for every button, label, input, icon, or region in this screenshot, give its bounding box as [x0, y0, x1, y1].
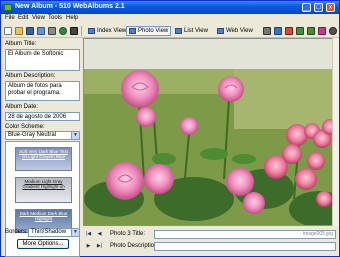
photo-title-label: Photo 3 Title:	[110, 231, 146, 237]
chevron-down-icon: ▼	[71, 132, 79, 139]
album-properties-panel: Album Title: El Album de Softonic Album …	[3, 38, 80, 257]
maximize-button[interactable]: □	[314, 3, 323, 12]
first-photo-icon[interactable]: |◀	[84, 230, 93, 238]
new-icon[interactable]	[4, 27, 12, 35]
borders-value: Thin/Shadow	[31, 229, 67, 235]
window-title: New Album - 510 WebAlbums 2.1	[15, 3, 125, 10]
app-window: New Album - 510 WebAlbums 2.1 _ □ x File…	[0, 0, 340, 257]
print-icon[interactable]	[263, 27, 271, 35]
open-icon[interactable]	[15, 27, 23, 35]
title-bar: New Album - 510 WebAlbums 2.1 _ □ x	[1, 1, 339, 14]
index-view-button[interactable]: Index View	[85, 26, 129, 36]
toolbar: Index View Photo View List View Web View	[1, 24, 339, 38]
last-photo-icon[interactable]: ▶|	[95, 242, 104, 250]
album-date-label: Album Date:	[5, 104, 39, 110]
web-view-button[interactable]: Web View	[214, 26, 256, 36]
web-icon	[217, 28, 224, 34]
photo-info-bar: |◀ ◀ ▶ ▶| Photo 3 Title: image005.jpg Ph…	[83, 227, 339, 256]
menu-tools[interactable]: Tools	[48, 15, 62, 21]
menu-bar: File Edit View Tools Help	[1, 14, 339, 24]
rotate-left-icon[interactable]	[296, 27, 304, 35]
rotate-right-icon[interactable]	[307, 27, 315, 35]
menu-file[interactable]: File	[5, 15, 15, 21]
album-title-label: Album Title:	[5, 41, 37, 47]
export-icon[interactable]	[37, 27, 45, 35]
next-photo-icon[interactable]: ▶	[84, 242, 93, 250]
camera-icon[interactable]	[48, 27, 56, 35]
more-options-button[interactable]: More Options...	[17, 239, 69, 249]
photo-description-field[interactable]	[154, 242, 336, 251]
album-date-field[interactable]: 28 de agosto de 2006	[5, 112, 80, 121]
photo-title-field[interactable]: image005.jpg	[154, 230, 336, 239]
list-icon	[175, 28, 182, 34]
photo-description-label: Photo Description:	[110, 243, 160, 249]
color-scheme-label: Color Scheme:	[5, 124, 45, 130]
prev-photo-icon[interactable]: ◀	[95, 230, 104, 238]
scheme-swatch[interactable]: Soft Very Dark Blue Text on Light Grayis…	[15, 147, 72, 171]
copy-icon[interactable]	[274, 27, 282, 35]
save-icon[interactable]	[26, 27, 34, 35]
color-scheme-select[interactable]: Blue-Gray Neutral ▼	[5, 131, 80, 140]
delete-icon[interactable]	[285, 27, 293, 35]
photo-preview	[83, 38, 339, 226]
vertical-scrollbar[interactable]	[332, 38, 339, 226]
effects-icon[interactable]	[318, 27, 326, 35]
rose-photo	[84, 39, 338, 225]
photo-filename: image005.jpg	[302, 231, 333, 237]
grid-icon	[88, 28, 95, 34]
menu-edit[interactable]: Edit	[18, 15, 28, 21]
close-button[interactable]: x	[326, 3, 335, 12]
photo-icon	[129, 28, 136, 34]
photo-view-button[interactable]: Photo View	[126, 26, 172, 36]
list-view-button[interactable]: List View	[172, 26, 211, 36]
album-description-field[interactable]: Album de fotos para probar el programa.	[5, 81, 80, 101]
album-title-field[interactable]: El Album de Softonic	[5, 49, 80, 71]
app-icon	[4, 4, 12, 11]
globe-icon[interactable]	[59, 27, 67, 35]
settings-icon[interactable]	[70, 27, 78, 35]
album-description-label: Album Description:	[5, 73, 56, 79]
menu-view[interactable]: View	[32, 15, 45, 21]
minimize-button[interactable]: _	[302, 3, 311, 12]
scheme-swatch[interactable]: Medium Light Gray Gradient Highlight on	[15, 177, 72, 203]
menu-help[interactable]: Help	[66, 15, 78, 21]
toolbar-separator	[81, 26, 82, 36]
preview-icon[interactable]	[329, 27, 337, 35]
color-scheme-value: Blue-Gray Neutral	[8, 132, 57, 138]
borders-label: Borders:	[5, 229, 28, 235]
chevron-down-icon: ▼	[71, 229, 79, 236]
borders-select[interactable]: Thin/Shadow ▼	[28, 228, 80, 237]
